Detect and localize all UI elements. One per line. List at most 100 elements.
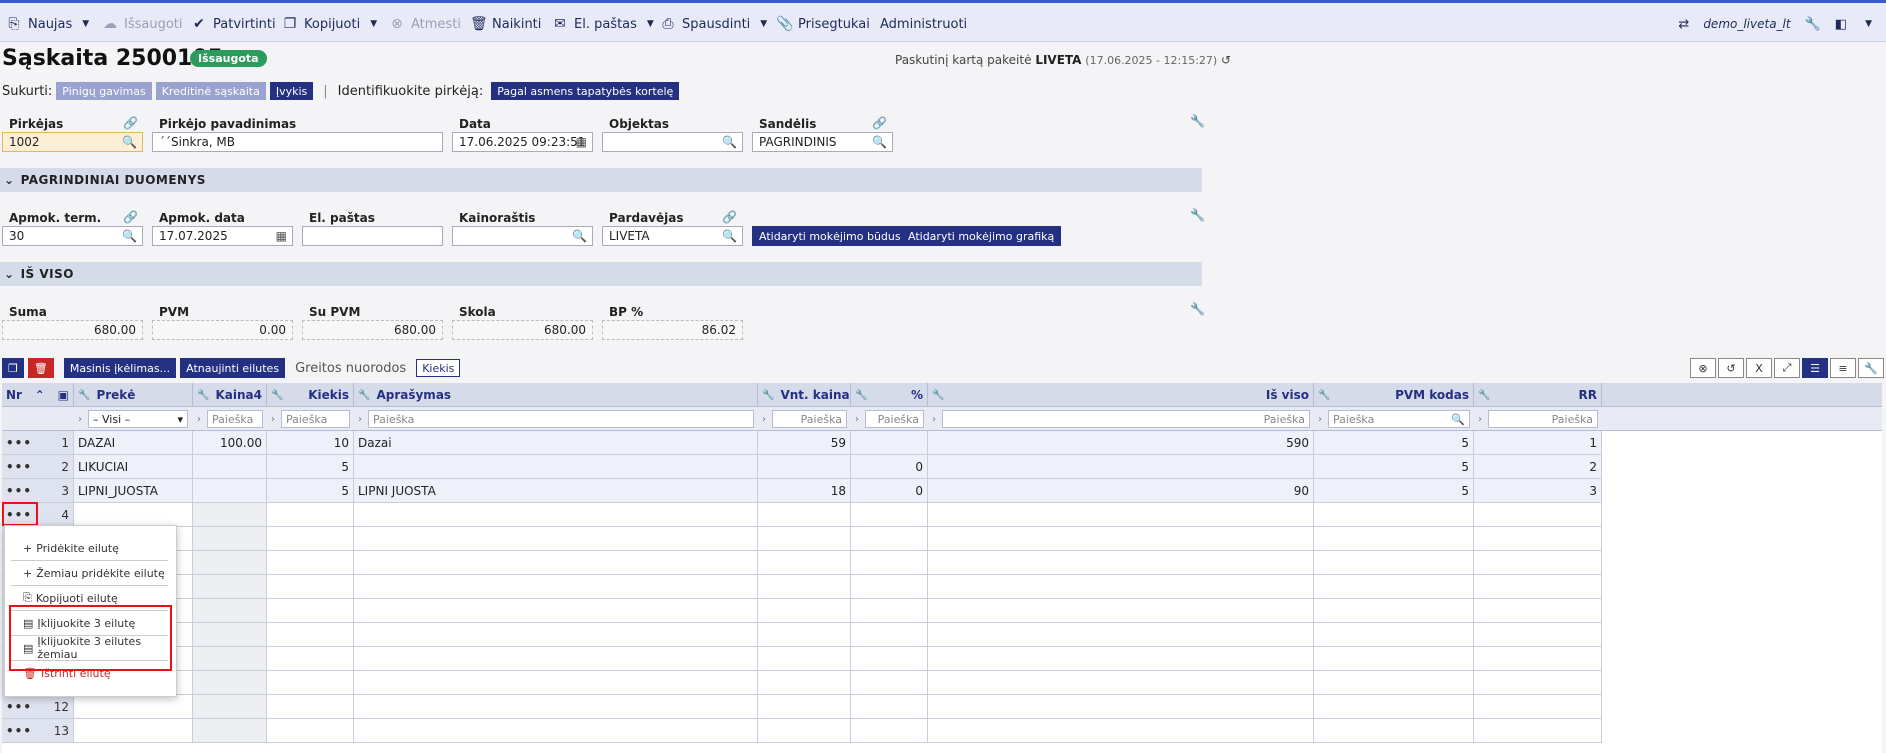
cell-rr[interactable]: 2 <box>1474 455 1602 479</box>
create-credit-invoice-button[interactable]: Kreditinė sąskaita <box>155 82 266 100</box>
table-row[interactable]: •••10 <box>2 647 1602 671</box>
cell-unit-price[interactable] <box>758 455 851 479</box>
email-button[interactable]: ✉ El. paštas ▼ <box>552 13 654 35</box>
user-name[interactable]: demo_liveta_lt <box>1703 17 1790 31</box>
desc-search-input[interactable]: Paieška <box>368 410 754 428</box>
cell-price4[interactable]: 100.00 <box>193 431 267 455</box>
cell-price4[interactable] <box>193 575 267 599</box>
table-row[interactable]: •••8 <box>2 599 1602 623</box>
table-row[interactable]: ••• 3 LIPNI_JUOSTA 5 LIPNI JUOSTA 18 0 90 5 3 <box>2 479 1602 503</box>
delete-rows-button[interactable]: 🗑 <box>27 358 54 378</box>
cell-qty[interactable] <box>267 527 354 551</box>
cell-total[interactable] <box>928 503 1314 527</box>
cell-unit-price[interactable] <box>758 503 851 527</box>
date-field[interactable]: 17.06.2025 09:23:51 ▦ <box>452 132 593 152</box>
payment-term-field[interactable]: 30 🔍 <box>2 226 143 246</box>
paste-rows-below-item[interactable]: ▤ Įklijuokite 3 eilutes žemiau <box>11 635 168 661</box>
cell-qty[interactable] <box>267 575 354 599</box>
cell-unit-price[interactable]: 18 <box>758 479 851 503</box>
row-menu-dots-icon[interactable]: ••• <box>6 508 32 522</box>
cell-item[interactable]: DAZAI <box>74 431 193 455</box>
cell-price4[interactable] <box>193 719 267 743</box>
link-icon[interactable]: 🔗 <box>123 210 138 224</box>
search-icon[interactable]: 🔍 <box>122 229 137 243</box>
cell-vat-code[interactable] <box>1314 671 1474 695</box>
switch-arrows-icon[interactable]: ⇄ <box>1678 17 1689 32</box>
col-unit-price[interactable]: 🔧 Vnt. kaina <box>758 383 851 407</box>
panel-layout-icon[interactable]: ◧ <box>1835 17 1847 32</box>
cell-unit-price[interactable] <box>758 599 851 623</box>
cell-price4[interactable] <box>193 599 267 623</box>
cell-vat-code[interactable] <box>1314 599 1474 623</box>
row-menu-dots-icon[interactable]: ••• <box>6 460 32 474</box>
cell-desc[interactable] <box>354 575 758 599</box>
cell-pct[interactable] <box>851 431 928 455</box>
admin-button[interactable]: Administruoti <box>880 13 967 35</box>
col-item[interactable]: 🔧 Prekė <box>74 383 193 407</box>
chevron-down-icon[interactable]: ▼ <box>760 19 767 29</box>
cell-rr[interactable] <box>1474 647 1602 671</box>
object-field[interactable]: 🔍 <box>602 132 743 152</box>
add-row-item[interactable]: + Pridėkite eilutę <box>11 536 168 561</box>
table-row[interactable]: •••7 <box>2 575 1602 599</box>
row-number-cell[interactable]: ••• 12 <box>2 695 74 719</box>
row-number-cell[interactable]: ••• 1 <box>2 431 74 455</box>
cell-qty[interactable]: 10 <box>267 431 354 455</box>
cell-pct[interactable] <box>851 623 928 647</box>
delete-button[interactable]: 🗑 Naikinti <box>470 13 541 35</box>
new-button[interactable]: ⎘ Naujas ▼ <box>6 13 89 35</box>
cell-qty[interactable] <box>267 503 354 527</box>
cell-total[interactable] <box>928 671 1314 695</box>
table-row[interactable]: •••11 <box>2 671 1602 695</box>
cell-unit-price[interactable] <box>758 647 851 671</box>
cell-desc[interactable]: Dazai <box>354 431 758 455</box>
cell-pct[interactable] <box>851 695 928 719</box>
cancel-button[interactable]: ⊗ Atmesti <box>389 13 461 35</box>
section-main-data[interactable]: ⌄ PAGRINDINIAI DUOMENYS <box>0 168 1202 192</box>
search-icon[interactable]: 🔍 <box>722 229 737 243</box>
cell-desc[interactable] <box>354 503 758 527</box>
cell-price4[interactable] <box>193 623 267 647</box>
row-number-cell[interactable]: ••• 13 <box>2 719 74 743</box>
cell-pct[interactable] <box>851 671 928 695</box>
unit-price-search-input[interactable]: Paieška <box>772 410 847 428</box>
pct-search-input[interactable]: Paieška <box>865 410 924 428</box>
copy-rows-button[interactable]: ❐ <box>2 358 24 378</box>
cell-desc[interactable] <box>354 455 758 479</box>
select-all-icon[interactable]: ▣ <box>58 388 69 402</box>
col-pct[interactable]: 🔧% <box>851 383 928 407</box>
cell-total[interactable] <box>928 719 1314 743</box>
price4-search-input[interactable]: Paieška <box>207 410 263 428</box>
cell-pct[interactable] <box>851 647 928 671</box>
cell-price4[interactable] <box>193 479 267 503</box>
warehouse-field[interactable]: PAGRINDINIS 🔍 <box>752 132 893 152</box>
cell-total[interactable] <box>928 599 1314 623</box>
cell-rr[interactable] <box>1474 575 1602 599</box>
table-row[interactable]: •••6 <box>2 551 1602 575</box>
buyer-field[interactable]: 1002 🔍 <box>2 132 143 152</box>
cell-pct[interactable] <box>851 599 928 623</box>
cell-rr[interactable] <box>1474 695 1602 719</box>
cell-total[interactable] <box>928 575 1314 599</box>
compact-list-icon[interactable]: ≡ <box>1830 358 1856 378</box>
cell-price4[interactable] <box>193 551 267 575</box>
cell-item[interactable]: LIPNI_JUOSTA <box>74 479 193 503</box>
cell-total[interactable]: 90 <box>928 479 1314 503</box>
row-number-cell[interactable]: ••• 2 <box>2 455 74 479</box>
cell-unit-price[interactable]: 59 <box>758 431 851 455</box>
cell-pct[interactable]: 0 <box>851 479 928 503</box>
cell-total[interactable] <box>928 551 1314 575</box>
cell-qty[interactable]: 5 <box>267 479 354 503</box>
wrench-icon[interactable]: 🔧 <box>1190 302 1205 316</box>
cell-qty[interactable] <box>267 695 354 719</box>
cell-unit-price[interactable] <box>758 671 851 695</box>
print-button[interactable]: ⎙ Spausdinti ▼ <box>660 13 767 35</box>
cell-price4[interactable] <box>193 671 267 695</box>
total-search-input[interactable]: Paieška <box>942 410 1310 428</box>
email-field[interactable] <box>302 226 443 246</box>
item-filter-select[interactable]: – Visi – ▾ <box>88 410 188 428</box>
cell-qty[interactable] <box>267 719 354 743</box>
row-menu-dots-icon[interactable]: ••• <box>6 484 32 498</box>
cell-qty[interactable] <box>267 671 354 695</box>
cell-desc[interactable] <box>354 599 758 623</box>
